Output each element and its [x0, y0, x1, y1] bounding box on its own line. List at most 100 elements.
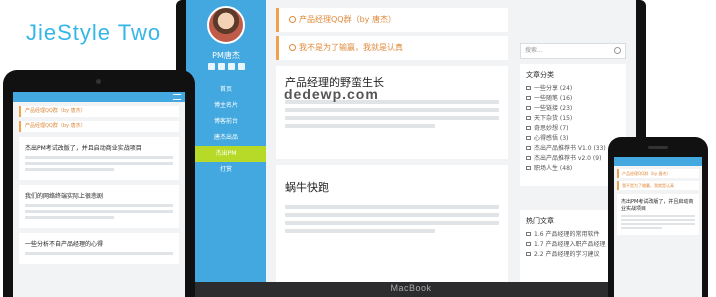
phone-screen: 产品经理QQ群（by 唐杰） 我不是为了输赢，我就是认真 杰出PM考试改版了，并…: [614, 157, 702, 297]
excerpt-line: [25, 216, 114, 219]
excerpt-line: [285, 213, 499, 217]
notice-banner[interactable]: 产品经理QQ群（by 唐杰）: [19, 106, 179, 117]
nav-item-blog[interactable]: 博客前台: [186, 114, 266, 130]
nav-label: 博主名片: [213, 102, 238, 109]
hot-post-item[interactable]: 1.7 产品经理入职产品经理: [526, 240, 620, 250]
category-item-label: 一些链接 (23): [534, 105, 573, 112]
hot-post-item-label: 1.6 产品经理的常用软件: [534, 231, 600, 238]
excerpt-line: [621, 215, 695, 217]
author-name: PM唐杰: [212, 51, 240, 60]
post-title[interactable]: 我们的网络终端实际上很悲剧: [25, 191, 173, 200]
excerpt-line: [25, 210, 173, 213]
excerpt-line: [285, 108, 499, 112]
category-item-label: 天下杂货 (15): [534, 115, 573, 122]
category-item[interactable]: 一些分享 (24): [526, 84, 620, 94]
notice-banner[interactable]: 我不是为了输赢，我就是认真: [276, 36, 508, 60]
excerpt-line: [285, 124, 435, 128]
speaker-icon: [648, 146, 668, 149]
main-column: 产品经理QQ群（by 唐杰） 我不是为了输赢，我就是认真 产品经理的野蛮生长 d…: [276, 0, 508, 282]
hot-post-item[interactable]: 2.2 产品经理的学习建议: [526, 250, 620, 260]
nav-item-home[interactable]: 首页: [186, 82, 266, 98]
nav-label: 博客前台: [213, 118, 238, 125]
folder-icon: [526, 232, 531, 236]
nav-item-jiechu-pm[interactable]: 杰出PM: [186, 146, 266, 162]
wechat-icon[interactable]: [227, 63, 235, 70]
category-item[interactable]: 天下杂货 (15): [526, 114, 620, 124]
post-title[interactable]: 杰出PM考试改版了，并且启动商业实战项目: [25, 143, 173, 152]
hot-post-item-label: 2.2 产品经理的学习建议: [534, 251, 600, 258]
folder-icon: [526, 86, 531, 90]
excerpt-line: [285, 116, 499, 120]
excerpt-line: [621, 227, 662, 229]
widget-title: 热门文章: [526, 217, 554, 225]
watermark: dedewp.com: [284, 86, 379, 102]
nav-item-donate[interactable]: 打赏: [186, 162, 266, 178]
laptop-brand-label: MacBook: [390, 283, 432, 293]
menu-icon[interactable]: [173, 94, 181, 100]
category-item[interactable]: 一些随笔 (16): [526, 94, 620, 104]
folder-icon: [526, 166, 531, 170]
category-item-label: 职场人生 (48): [534, 165, 573, 172]
post-title[interactable]: 蜗牛快跑: [285, 179, 499, 195]
nav-item-card[interactable]: 博主名片: [186, 98, 266, 114]
post-card: 一些分析不自产品经理的心得: [19, 233, 179, 264]
excerpt-line: [621, 219, 695, 221]
avatar[interactable]: [207, 6, 245, 44]
category-item-label: 一些分享 (24): [534, 85, 573, 92]
brand-title: JieStyle Two: [26, 20, 162, 45]
excerpt-line: [25, 204, 173, 207]
folder-icon: [526, 156, 531, 160]
folder-icon: [526, 242, 531, 246]
category-item-label: 心得感悟 (3): [534, 135, 569, 142]
folder-icon: [526, 106, 531, 110]
folder-icon: [526, 146, 531, 150]
notice-banner[interactable]: 产品经理QQ群（by 唐杰）: [617, 169, 699, 178]
category-item-label: 一些随笔 (16): [534, 95, 573, 102]
nav-label: 首页: [219, 86, 232, 93]
notice-banner[interactable]: 产品经理QQ群（by 唐杰）: [276, 8, 508, 32]
search-icon[interactable]: [614, 47, 621, 54]
nav-label: 杰出PM: [215, 150, 237, 157]
category-item[interactable]: 职场人生 (48): [526, 164, 620, 174]
camera-icon: [96, 79, 101, 84]
excerpt-line: [285, 221, 499, 225]
notice-banner[interactable]: 产品经理QQ群（by 唐杰）: [19, 121, 179, 132]
post-card: 杰出PM考试改版了，并且启动商业实战项目: [19, 137, 179, 180]
post-card: 我们的网络终端实际上很悲剧: [19, 185, 179, 228]
widget-title: 文章分类: [526, 71, 554, 79]
post-title[interactable]: 一些分析不自产品经理的心得: [25, 239, 173, 248]
search-placeholder: 搜索...: [525, 47, 543, 54]
category-item[interactable]: 奇思妙想 (7): [526, 124, 620, 134]
excerpt-line: [25, 162, 173, 165]
rss-icon[interactable]: [217, 63, 225, 70]
category-item[interactable]: 一些链接 (23): [526, 104, 620, 114]
folder-icon: [526, 126, 531, 130]
hot-post-item[interactable]: 1.6 产品经理的常用软件: [526, 230, 620, 240]
post-card: 蜗牛快跑: [276, 165, 508, 282]
notice-text: 产品经理QQ群（by 唐杰）: [299, 15, 396, 24]
category-item[interactable]: 杰出产品推荐书 v2.0 (9): [526, 154, 620, 164]
hot-post-item-label: 1.7 产品经理入职产品经理: [534, 241, 606, 248]
notice-banner[interactable]: 我不是为了输赢，我就是认真: [617, 181, 699, 190]
post-title[interactable]: 杰出PM考试改版了，并且启动商业实战项目: [621, 198, 695, 212]
category-item-label: 杰出产品推荐书 V1.0 (33): [534, 145, 606, 152]
category-item[interactable]: 杰出产品推荐书 V1.0 (33): [526, 144, 620, 154]
social-links: [186, 63, 266, 70]
folder-icon: [526, 116, 531, 120]
excerpt-line: [25, 252, 173, 255]
excerpt-line: [285, 229, 435, 233]
facebook-icon[interactable]: [237, 63, 245, 70]
tablet-mockup: 产品经理QQ群（by 唐杰） 产品经理QQ群（by 唐杰） 杰出PM考试改版了，…: [3, 70, 195, 297]
post-card: 产品经理的野蛮生长 dedewp.com: [276, 66, 508, 159]
category-item[interactable]: 心得感悟 (3): [526, 134, 620, 144]
category-list: 一些分享 (24) 一些随笔 (16) 一些链接 (23) 天下杂货 (15) 奇思妙想…: [526, 84, 620, 174]
excerpt-line: [621, 223, 695, 225]
nav-item-products[interactable]: 唐杰出品: [186, 130, 266, 146]
excerpt-line: [25, 156, 173, 159]
tablet-screen: 产品经理QQ群（by 唐杰） 产品经理QQ群（by 唐杰） 杰出PM考试改版了，…: [13, 92, 185, 297]
laptop-screen: PM唐杰 首页 博主名片 博客前台 唐杰出品 杰出PM 打赏 产品经理QQ群（b…: [186, 0, 636, 282]
blog-sidebar: PM唐杰 首页 博主名片 博客前台 唐杰出品 杰出PM 打赏: [186, 0, 266, 282]
search-input[interactable]: 搜索...: [520, 43, 626, 59]
weibo-icon[interactable]: [207, 63, 215, 70]
folder-icon: [526, 136, 531, 140]
